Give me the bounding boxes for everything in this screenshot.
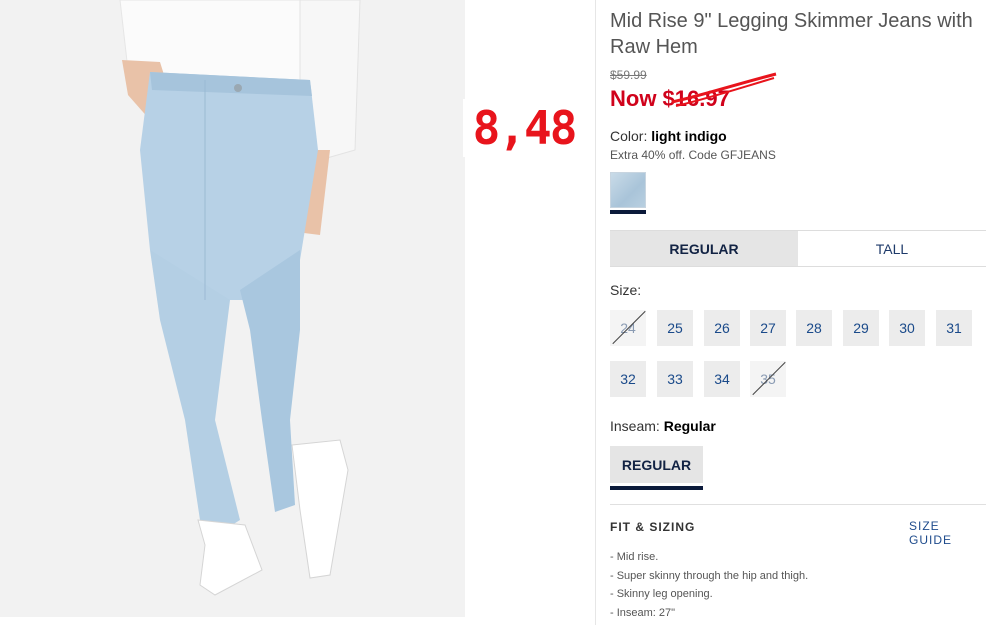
size-option-35[interactable]: 35: [750, 361, 786, 397]
price-strikethrough-mark: [671, 72, 777, 107]
original-price: $59.99: [610, 68, 647, 82]
size-option-32[interactable]: 32: [610, 361, 646, 397]
product-image[interactable]: [0, 0, 465, 617]
size-label: Size:: [610, 282, 642, 298]
selected-inseam-indicator: [610, 486, 703, 490]
section-divider: [610, 504, 986, 505]
column-divider: [595, 0, 596, 625]
list-item: - Skinny leg opening.: [610, 588, 713, 600]
list-item: - Super skinny through the hip and thigh…: [610, 569, 809, 582]
size-option-31[interactable]: 31: [936, 310, 972, 346]
size-option-34[interactable]: 34: [704, 361, 740, 397]
inseam-option-regular[interactable]: REGULAR: [610, 446, 703, 483]
tab-regular[interactable]: REGULAR: [610, 231, 798, 266]
selected-swatch-indicator: [610, 210, 646, 214]
tab-tall[interactable]: TALL: [798, 231, 986, 266]
list-item: - Mid rise.: [610, 551, 659, 563]
size-option-27[interactable]: 27: [750, 310, 786, 346]
product-title: Mid Rise 9" Legging Skimmer Jeans with R…: [610, 10, 973, 58]
color-value: light indigo: [651, 128, 727, 144]
annotated-price: 8,48: [463, 99, 585, 157]
fit-sizing-list: - Mid rise. - Super skinny through the h…: [610, 548, 808, 622]
inseam-label: Inseam:: [610, 418, 660, 434]
size-option-30[interactable]: 30: [889, 310, 925, 346]
fit-sizing-heading: FIT & SIZING: [610, 520, 696, 534]
fit-tabs: REGULAR TALL: [610, 230, 986, 267]
inseam-selection: Inseam: Regular: [610, 418, 716, 434]
promo-text: Extra 40% off. Code GFJEANS: [610, 148, 776, 162]
size-option-25[interactable]: 25: [657, 310, 693, 346]
size-option-28[interactable]: 28: [796, 310, 832, 346]
size-option-29[interactable]: 29: [843, 310, 879, 346]
size-guide-link[interactable]: SIZE GUIDE: [909, 519, 986, 547]
color-label: Color:: [610, 128, 648, 144]
size-option-33[interactable]: 33: [657, 361, 693, 397]
color-selection: Color: light indigo: [610, 128, 727, 144]
jeans-model-illustration: [0, 0, 465, 617]
size-option-26[interactable]: 26: [704, 310, 740, 346]
color-swatch-light-indigo[interactable]: [610, 172, 646, 208]
inseam-value: Regular: [663, 418, 716, 434]
size-option-24[interactable]: 24: [610, 310, 646, 346]
list-item: - Inseam: 27": [610, 606, 676, 619]
